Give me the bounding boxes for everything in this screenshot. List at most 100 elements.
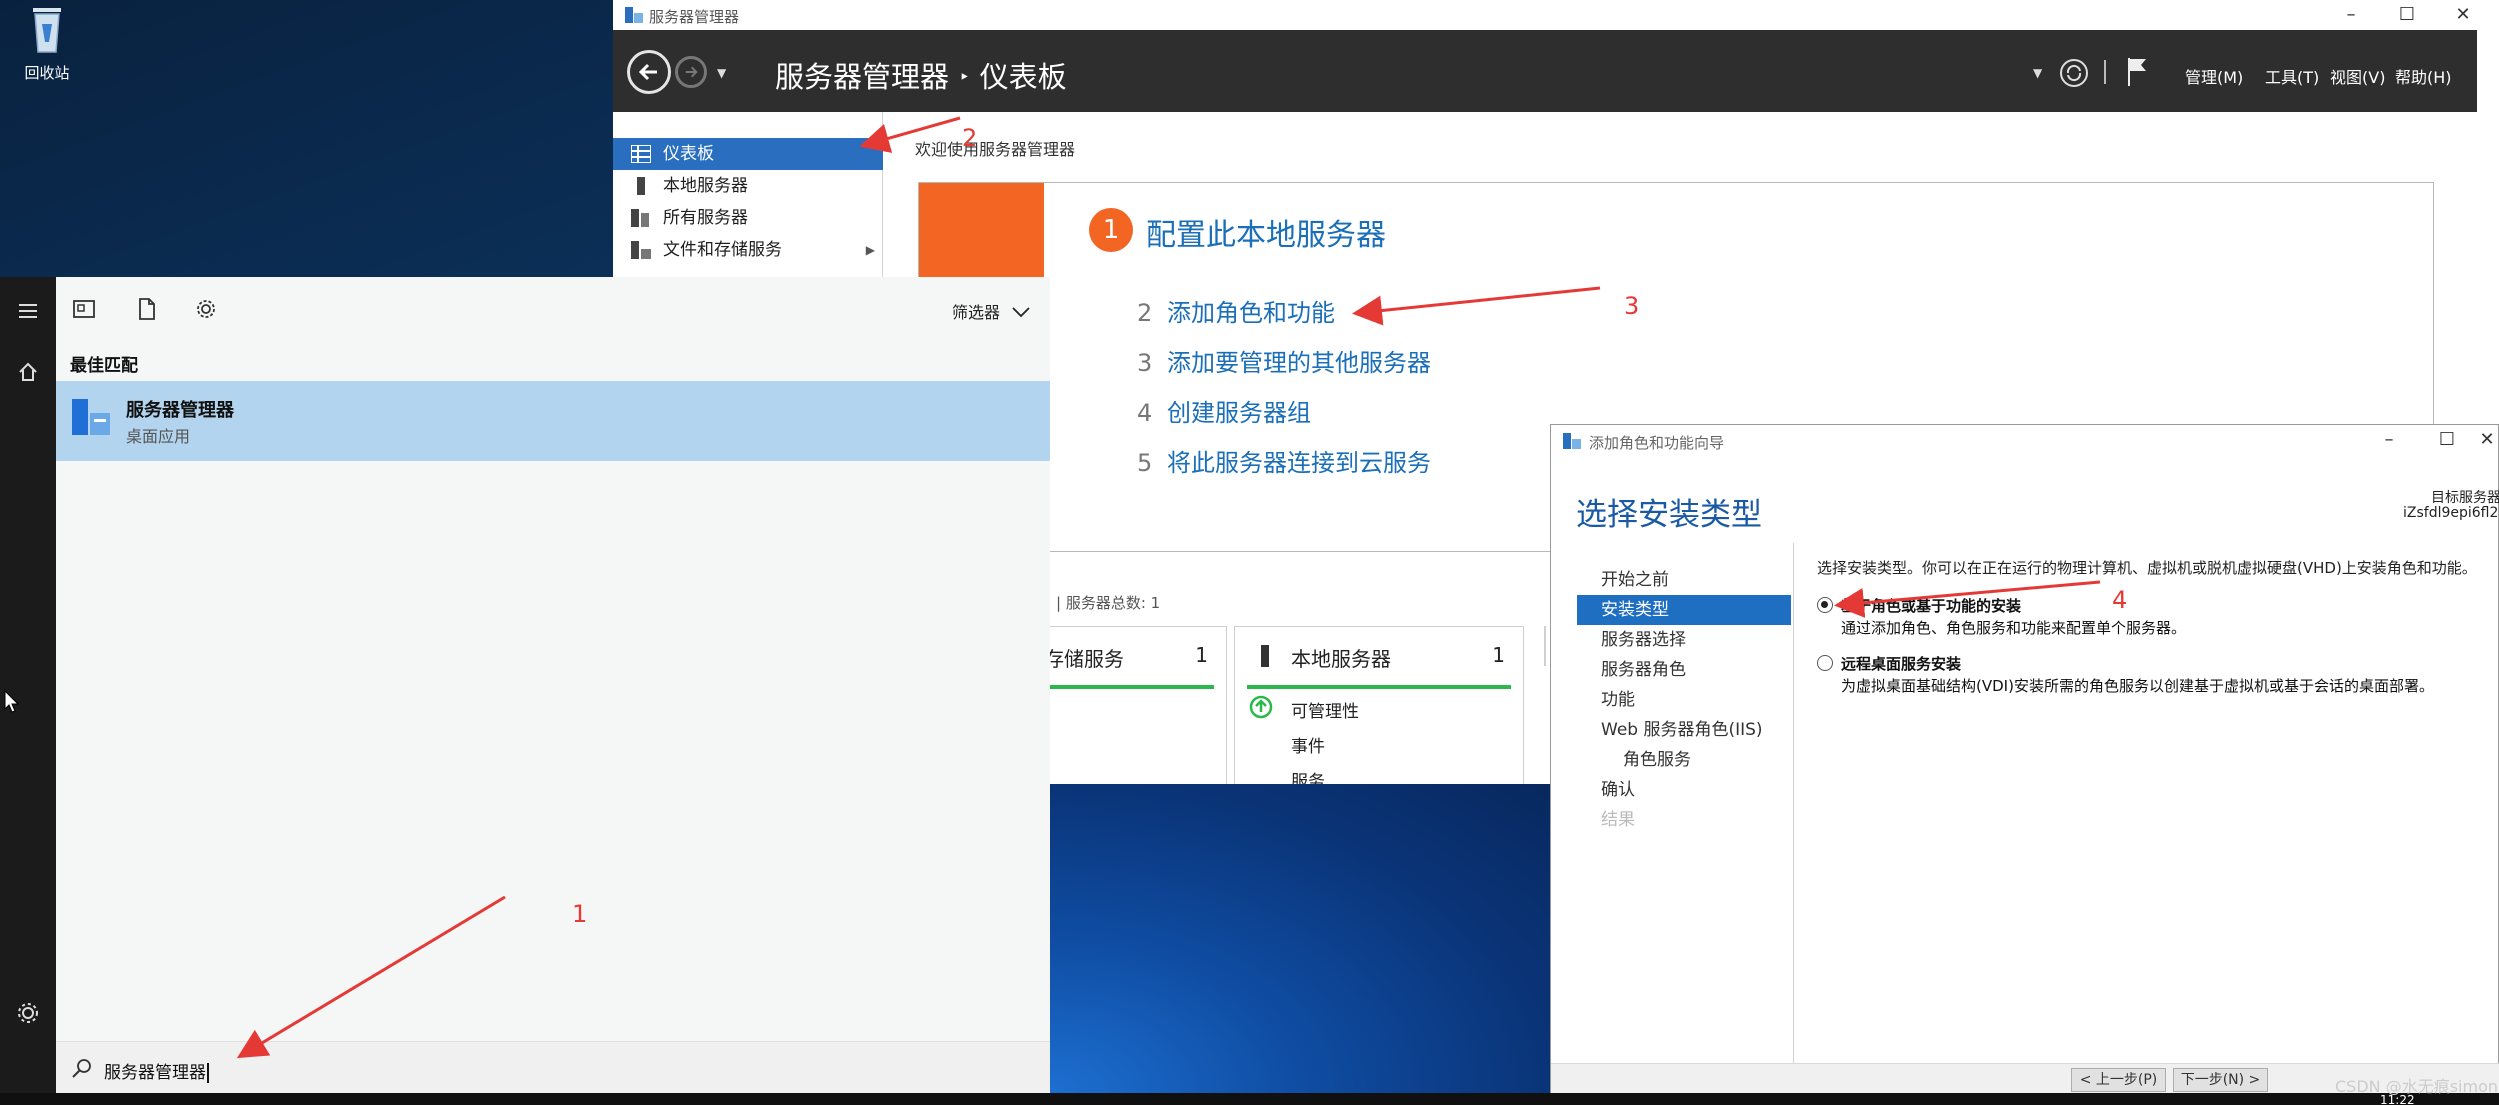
filter-dropdown[interactable]: 筛选器 xyxy=(952,299,1031,323)
sidebar-item-label: 本地服务器 xyxy=(663,176,748,196)
wizard-step-before-you-begin[interactable]: 开始之前 xyxy=(1577,565,1791,595)
wizard-app-icon xyxy=(1563,433,1581,449)
close-button[interactable]: ✕ xyxy=(2435,2,2491,28)
step-label: 添加要管理的其他服务器 xyxy=(1167,349,1431,377)
previous-button[interactable]: < 上一步(P) xyxy=(2071,1068,2166,1092)
help-menu[interactable]: 帮助(H) xyxy=(2395,64,2452,88)
servers-icon xyxy=(631,209,649,227)
tile-edge xyxy=(1544,626,1546,666)
wizard-minimize-button[interactable]: – xyxy=(2361,427,2417,453)
search-panel: 筛选器 最佳匹配 服务器管理器 桌面应用 服务器管理器 xyxy=(56,277,1050,1093)
desktop-wallpaper-patch xyxy=(1050,784,1552,1093)
sidebar-item-label: 所有服务器 xyxy=(663,208,748,228)
step-number: 2 xyxy=(1137,299,1153,327)
search-input[interactable]: 服务器管理器 xyxy=(104,1058,209,1083)
home-icon[interactable] xyxy=(14,358,42,386)
wizard-step-role-services[interactable]: 角色服务 xyxy=(1577,745,1791,775)
tile-status-bar xyxy=(1247,685,1511,689)
manage-menu[interactable]: 管理(M) xyxy=(2185,64,2243,88)
destination-server-name: iZsfdl9epi6fl2Z xyxy=(2403,505,2499,521)
header-divider xyxy=(2104,60,2106,84)
wizard-maximize-button[interactable]: ☐ xyxy=(2419,427,2475,453)
add-servers-link[interactable]: 3 添加要管理的其他服务器 xyxy=(1137,343,1431,378)
tile-local-server[interactable]: 本地服务器 1 可管理性 事件 服务 xyxy=(1234,626,1524,786)
search-box[interactable]: 服务器管理器 xyxy=(56,1041,1050,1093)
back-button[interactable] xyxy=(627,50,671,94)
wizard-step-confirmation[interactable]: 确认 xyxy=(1577,775,1791,805)
radio-role-based[interactable] xyxy=(1817,597,1833,613)
best-match-heading: 最佳匹配 xyxy=(70,356,138,376)
start-rail xyxy=(0,277,56,1093)
status-ok-icon xyxy=(1249,695,1273,719)
step-number: 4 xyxy=(1137,399,1153,427)
next-button[interactable]: 下一步(N) > xyxy=(2173,1068,2268,1092)
wizard-step-server-roles[interactable]: 服务器角色 xyxy=(1577,655,1791,685)
server-manager-icon xyxy=(625,7,643,23)
option-label: 基于角色或基于功能的安装 xyxy=(1841,597,2022,615)
storage-icon xyxy=(631,241,651,259)
search-result-server-manager[interactable]: 服务器管理器 桌面应用 xyxy=(56,381,1050,461)
recycle-bin[interactable]: 回收站 xyxy=(12,2,82,83)
history-dropdown-icon[interactable]: ▼ xyxy=(717,66,726,80)
add-roles-features-link[interactable]: 2 添加角色和功能 xyxy=(1137,293,1335,328)
tile-count: 1 xyxy=(1492,643,1505,667)
sidebar-item-file-storage[interactable]: 文件和存储服务 ▶ xyxy=(613,234,883,266)
annotation-number-1: 1 xyxy=(572,900,588,928)
sidebar-item-all-servers[interactable]: 所有服务器 xyxy=(613,202,883,234)
notifications-dropdown-icon[interactable]: ▼ xyxy=(2033,66,2042,80)
annotation-number-4: 4 xyxy=(2112,586,2128,614)
mouse-pointer-icon xyxy=(4,690,20,713)
chevron-down-icon xyxy=(1012,307,1030,318)
breadcrumb: 服务器管理器 ‣ 仪表板 xyxy=(775,54,1067,96)
forward-arrow-icon xyxy=(685,66,698,78)
installation-type-description: 选择安装类型。你可以在正在运行的物理计算机、虚拟机或脱机虚拟硬盘(VHD)上安装… xyxy=(1817,559,2477,577)
sidebar: 仪表板 本地服务器 所有服务器 文件和存储服务 ▶ xyxy=(613,112,883,286)
minimize-button[interactable]: – xyxy=(2323,2,2379,28)
wizard-step-installation-type[interactable]: 安装类型 xyxy=(1577,595,1791,625)
radio-remote-desktop[interactable] xyxy=(1817,655,1833,671)
back-arrow-icon xyxy=(638,63,657,81)
quick-start-tile[interactable] xyxy=(919,183,1044,283)
search-icon xyxy=(72,1059,91,1078)
breadcrumb-page: 仪表板 xyxy=(979,60,1067,94)
window-title: 服务器管理器 xyxy=(649,8,740,26)
configure-local-server-link[interactable]: 配置此本地服务器 xyxy=(1146,210,1386,254)
settings-gear-icon[interactable] xyxy=(14,999,42,1027)
connect-cloud-link[interactable]: 5 将此服务器连接到云服务 xyxy=(1137,443,1431,478)
refresh-icon[interactable] xyxy=(2059,58,2089,88)
wizard-step-server-selection[interactable]: 服务器选择 xyxy=(1577,625,1791,655)
documents-filter-icon[interactable] xyxy=(134,297,158,321)
create-server-group-link[interactable]: 4 创建服务器组 xyxy=(1137,393,1311,428)
option-description: 为虚拟桌面基础结构(VDI)安装所需的角色服务以创建基于虚拟机或基于会话的桌面部… xyxy=(1841,677,2434,695)
tile-row-manageability[interactable]: 可管理性 xyxy=(1291,697,1359,722)
expand-arrow-icon[interactable]: ▶ xyxy=(866,234,875,266)
wizard-step-web-server-role[interactable]: Web 服务器角色(IIS) xyxy=(1577,715,1791,745)
step-label: 添加角色和功能 xyxy=(1167,299,1335,327)
annotation-number-2: 2 xyxy=(962,124,978,152)
tile-row-events[interactable]: 事件 xyxy=(1291,732,1325,757)
wizard-step-features[interactable]: 功能 xyxy=(1577,685,1791,715)
wizard-close-button[interactable]: ✕ xyxy=(2475,427,2499,453)
hamburger-menu-icon[interactable] xyxy=(14,297,42,325)
wizard-heading: 选择安装类型 xyxy=(1576,497,1762,533)
result-subtitle: 桌面应用 xyxy=(126,427,191,446)
welcome-heading: 欢迎使用服务器管理器 xyxy=(915,140,1076,159)
view-menu[interactable]: 视图(V) xyxy=(2330,64,2385,88)
maximize-button[interactable]: ☐ xyxy=(2379,2,2435,28)
result-title: 服务器管理器 xyxy=(126,400,234,421)
sidebar-item-label: 文件和存储服务 xyxy=(663,240,782,260)
forward-button[interactable] xyxy=(675,56,707,88)
wizard-title-bar[interactable]: 添加角色和功能向导 – ☐ ✕ xyxy=(1551,425,2499,457)
step-label: 将此服务器连接到云服务 xyxy=(1167,449,1431,477)
title-bar[interactable]: 服务器管理器 – ☐ ✕ xyxy=(613,0,2499,30)
sidebar-item-dashboard[interactable]: 仪表板 xyxy=(613,138,883,170)
wizard-step-results: 结果 xyxy=(1601,810,1635,830)
sidebar-item-local-server[interactable]: 本地服务器 xyxy=(613,170,883,202)
flag-icon[interactable] xyxy=(2126,56,2150,88)
wizard-nav: 开始之前 安装类型 服务器选择 服务器角色 功能 Web 服务器角色(IIS) … xyxy=(1551,543,1794,1063)
breadcrumb-separator: ‣ xyxy=(959,67,970,88)
tools-menu[interactable]: 工具(T) xyxy=(2265,64,2319,88)
apps-filter-icon[interactable] xyxy=(72,297,96,321)
settings-filter-icon[interactable] xyxy=(194,297,218,321)
annotation-number-3: 3 xyxy=(1624,292,1640,320)
